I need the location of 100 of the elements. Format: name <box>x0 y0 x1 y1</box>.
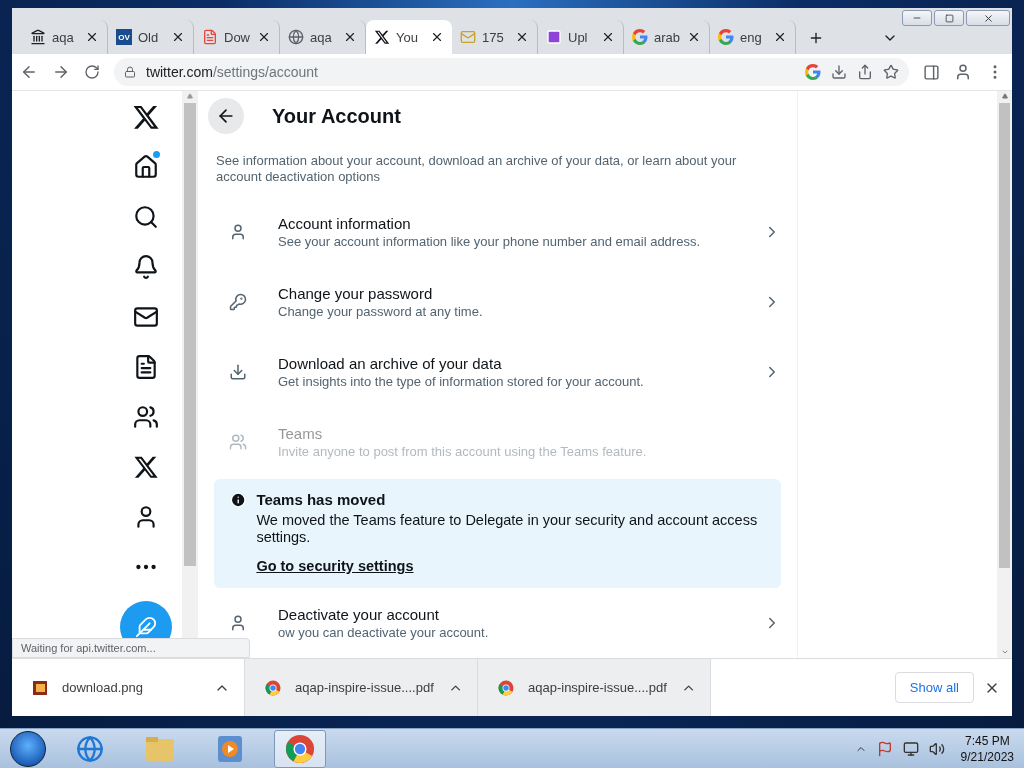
feather-icon <box>135 616 157 638</box>
close-tab-icon[interactable] <box>343 30 357 44</box>
time: 7:45 PM <box>964 732 1010 749</box>
close-icon <box>982 12 994 24</box>
page-description: See information about your account, download an archive of your data, or learn about your account deactivation options <box>215 153 738 186</box>
document-icon <box>202 29 218 45</box>
info-icon <box>230 491 247 510</box>
x-logo-icon[interactable] <box>133 454 159 480</box>
back-button[interactable] <box>208 98 244 135</box>
notice-text: We moved the Teams feature to Delegate in your security and account access settings. <box>256 512 759 547</box>
tab-title: aqa <box>52 29 75 45</box>
maximize-icon <box>944 13 954 23</box>
tab-title: 175 <box>482 29 505 45</box>
search-icon[interactable] <box>133 204 159 230</box>
browser-icon <box>76 734 104 763</box>
back-icon[interactable] <box>20 63 38 81</box>
close-tab-icon[interactable] <box>430 30 444 44</box>
show-all-button[interactable]: Show all <box>894 672 974 703</box>
file-name: aqap-inspire-issue....pdf <box>295 680 434 695</box>
download-item[interactable]: aqap-inspire-issue....pdf <box>245 659 478 716</box>
key-icon <box>229 293 247 312</box>
building-icon <box>30 29 46 45</box>
x-logo-icon[interactable] <box>374 29 390 45</box>
person-icon <box>229 614 247 633</box>
folder-icon <box>145 735 175 762</box>
scroll-up-icon[interactable] <box>187 93 193 99</box>
person-icon <box>229 223 247 242</box>
google-g-icon <box>632 29 648 45</box>
row-title: Download an archive of your data <box>278 355 503 373</box>
chrome-logo-icon <box>285 733 315 764</box>
row-subtitle: Change your password at any time. <box>278 304 484 320</box>
settings-row[interactable]: Download an archive of your data Get insights into the type of information stored for your account. <box>198 337 797 408</box>
notification-dot <box>153 151 160 158</box>
close-tab-icon[interactable] <box>687 30 701 44</box>
people-icon <box>229 433 247 452</box>
settings-row[interactable]: Change your password Change your password at any time. <box>198 267 797 338</box>
reload-icon[interactable] <box>84 64 100 80</box>
app-icon <box>546 29 562 45</box>
url-domain: twitter.com <box>146 64 213 80</box>
forward-icon[interactable] <box>52 63 70 81</box>
globe-icon <box>288 29 304 45</box>
url-path: /settings/account <box>212 64 318 80</box>
scroll-up-icon[interactable] <box>1001 93 1008 99</box>
row-title: Teams <box>278 425 324 443</box>
tab-title: Old <box>138 29 160 45</box>
security-settings-link[interactable]: Go to security settings <box>256 558 765 575</box>
row-title: Account information <box>278 215 412 233</box>
start-button[interactable] <box>10 730 46 767</box>
x-logo-icon[interactable] <box>132 103 160 131</box>
profile-icon[interactable] <box>954 63 972 81</box>
file-name: aqap-inspire-issue....pdf <box>528 680 667 695</box>
row-title: Change your password <box>278 285 434 303</box>
close-tab-icon[interactable] <box>601 30 615 44</box>
row-subtitle: Invite anyone to post from this account using the Teams feature. <box>278 444 648 460</box>
envelope-icon <box>460 29 476 45</box>
close-button[interactable] <box>966 10 1010 26</box>
tab-title: Dow <box>224 29 251 45</box>
tab-title: aqa <box>310 29 333 45</box>
tab-title: You <box>396 29 419 45</box>
notice-title: Teams has moved <box>256 491 387 509</box>
row-subtitle: See your account information like your phone number and email address. <box>278 234 702 250</box>
download-icon <box>229 363 247 382</box>
chrome-logo-icon <box>265 679 281 696</box>
settings-row[interactable]: Account information See your account information like your phone number and email address. <box>198 197 797 268</box>
close-tab-icon[interactable] <box>257 30 271 44</box>
bell-icon[interactable] <box>133 254 159 280</box>
network-icon[interactable] <box>902 740 919 757</box>
google-g-icon <box>805 64 821 80</box>
browser-tab[interactable]: You <box>366 20 452 54</box>
tab-title: arab <box>654 29 681 45</box>
image-file-icon <box>33 680 47 695</box>
home-icon[interactable] <box>133 154 159 180</box>
bookmark-star-icon[interactable] <box>883 64 899 80</box>
share-icon[interactable] <box>857 64 873 80</box>
list-icon[interactable] <box>133 354 159 380</box>
envelope-icon[interactable] <box>133 304 159 330</box>
download-item[interactable]: aqap-inspire-issue....pdf <box>478 659 711 716</box>
close-tab-icon[interactable] <box>85 30 99 44</box>
page-title: Your Account <box>272 104 401 128</box>
people-icon[interactable] <box>133 404 159 430</box>
row-subtitle: ow you can deactivate your account. <box>278 625 490 641</box>
close-tab-icon[interactable] <box>515 30 529 44</box>
close-tab-icon[interactable] <box>773 30 787 44</box>
tab-title: eng <box>740 29 763 45</box>
row-title: Deactivate your account <box>278 606 440 624</box>
address-bar[interactable]: twitter.com/settings/account <box>114 58 909 86</box>
maximize-button[interactable] <box>934 10 964 26</box>
flag-icon[interactable] <box>876 740 893 757</box>
speaker-icon[interactable] <box>928 740 945 757</box>
install-icon[interactable] <box>831 64 847 80</box>
date: 9/21/2023 <box>960 748 1014 765</box>
status-tooltip: Waiting for api.twitter.com... <box>12 638 250 658</box>
scrollbar[interactable] <box>997 91 1012 658</box>
taskbar-app[interactable] <box>274 729 326 768</box>
clock[interactable]: 7:45 PM 9/21/2023 <box>960 732 1014 765</box>
scroll-down-icon[interactable] <box>1000 648 1009 656</box>
side-panel-icon[interactable] <box>923 63 940 81</box>
tab-title: Upl <box>568 29 589 45</box>
lock-icon <box>124 66 136 78</box>
close-tab-icon[interactable] <box>171 30 185 44</box>
